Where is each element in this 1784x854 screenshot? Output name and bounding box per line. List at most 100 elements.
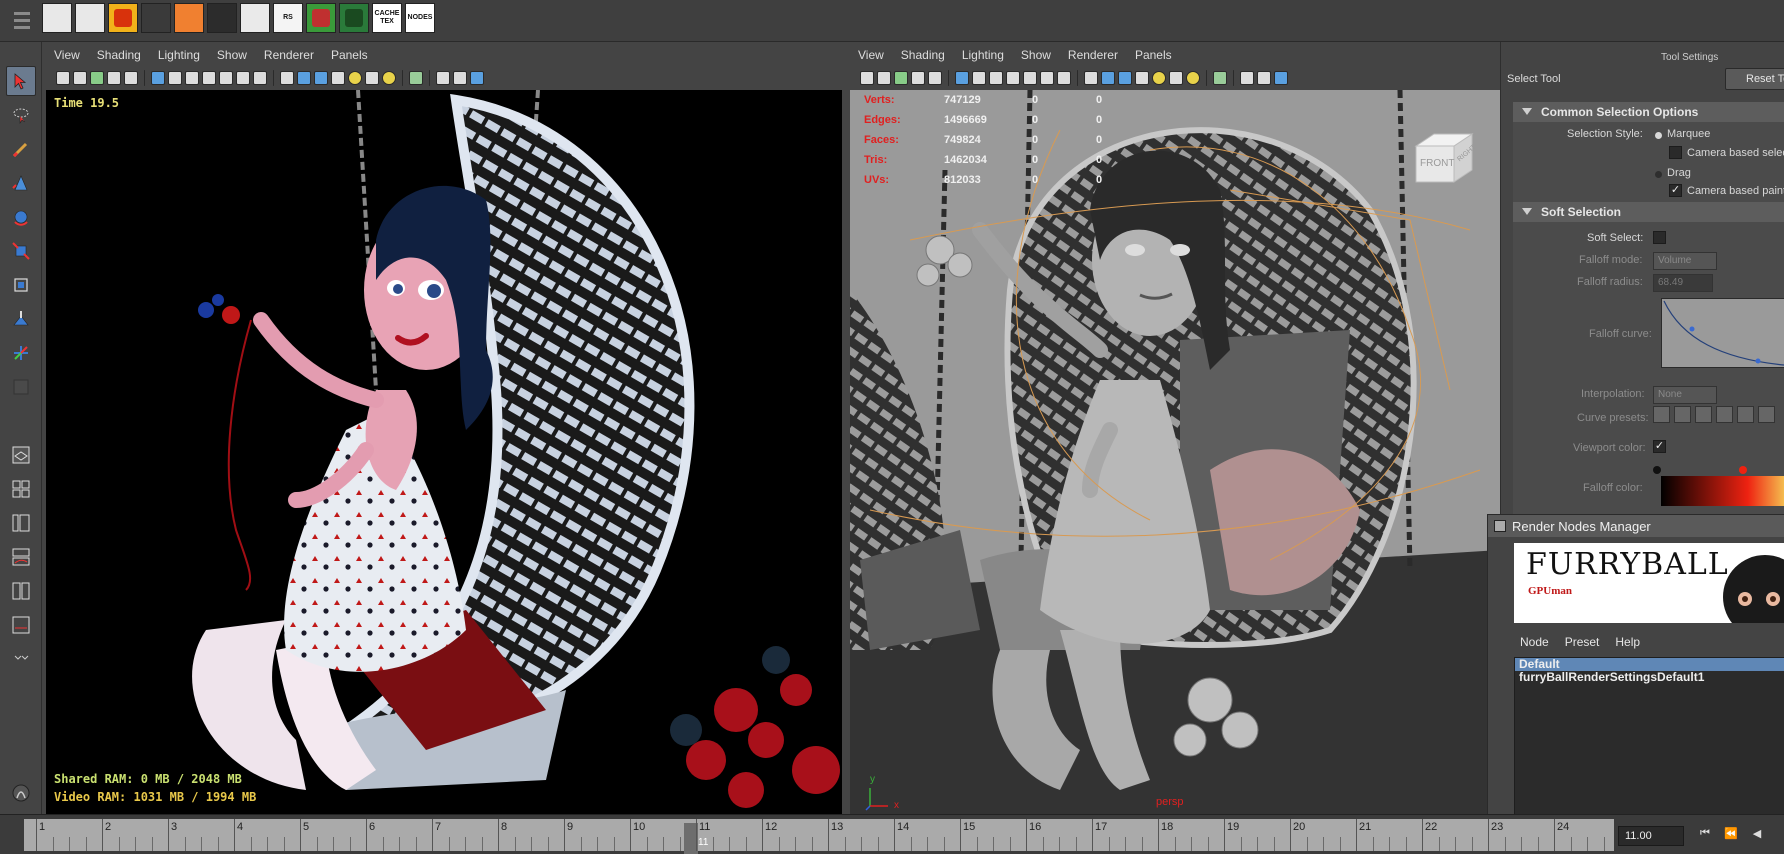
right-menu-shading[interactable]: Shading bbox=[901, 48, 945, 62]
select-tool-icon[interactable] bbox=[6, 66, 36, 96]
render-nodes-list[interactable]: Default furryBallRenderSettingsDefault1 bbox=[1514, 657, 1784, 817]
render-node-item[interactable]: furryBallRenderSettingsDefault1 bbox=[1515, 671, 1784, 684]
left-menu-view[interactable]: View bbox=[54, 48, 80, 62]
shelf-nodes-icon[interactable]: NODES bbox=[405, 3, 435, 33]
soft-select-checkbox[interactable] bbox=[1653, 231, 1666, 244]
falloff-color-ramp[interactable] bbox=[1661, 476, 1784, 506]
ambient-occlusion-icon[interactable] bbox=[382, 71, 396, 85]
shelf-grip-icon[interactable] bbox=[14, 8, 30, 34]
2d-pan-zoom-icon[interactable] bbox=[107, 71, 121, 85]
isolate-select-icon[interactable] bbox=[409, 71, 423, 85]
graph-layout-icon[interactable] bbox=[6, 542, 36, 572]
paint-tool-icon[interactable] bbox=[6, 134, 36, 164]
go-to-start-icon[interactable]: ⏮ bbox=[1694, 827, 1716, 845]
color-key-red-icon[interactable] bbox=[1739, 466, 1747, 474]
perspective-viewport[interactable]: Verts: 747129 0 0 Edges: 1496669 0 0 Faces: 74982… bbox=[850, 90, 1500, 814]
lasso-tool-icon[interactable] bbox=[6, 100, 36, 130]
time-slider-track[interactable]: 1 2 3 4 5 6 7 8 9 10 11 12 13 14 15 16 17 18 19 20 21 22 23 24 bbox=[24, 819, 1614, 854]
color-key-black-icon[interactable] bbox=[1653, 466, 1661, 474]
shelf-render-icon[interactable] bbox=[42, 3, 72, 33]
common-selection-header[interactable]: Common Selection Options bbox=[1513, 102, 1784, 122]
lights-icon[interactable] bbox=[348, 71, 362, 85]
curve-preset-icon[interactable] bbox=[1716, 406, 1733, 423]
camera-attrs-icon[interactable] bbox=[56, 71, 70, 85]
x-ray-joints-icon[interactable] bbox=[1257, 71, 1271, 85]
script-layout-icon[interactable] bbox=[6, 610, 36, 640]
outliner-layout-icon[interactable] bbox=[6, 508, 36, 538]
safe-action-icon[interactable] bbox=[1040, 71, 1054, 85]
furryball-render-viewport[interactable]: Time 19.5 Shared RAM: 0 MB / 2048 MB Vid… bbox=[46, 90, 842, 814]
layout-menu-icon[interactable] bbox=[6, 644, 36, 674]
universal-manip-icon[interactable] bbox=[6, 270, 36, 300]
image-plane-icon[interactable] bbox=[90, 71, 104, 85]
camera-based-paint-checkbox[interactable]: ✓ bbox=[1669, 184, 1682, 197]
hud-icon[interactable] bbox=[470, 71, 484, 85]
left-menu-shading[interactable]: Shading bbox=[97, 48, 141, 62]
wireframe-on-shaded-icon[interactable] bbox=[1118, 71, 1132, 85]
reset-tool-button[interactable]: Reset To bbox=[1725, 68, 1784, 90]
resolution-gate-icon[interactable] bbox=[185, 71, 199, 85]
shelf-camera-icon[interactable] bbox=[240, 3, 270, 33]
x-ray-icon[interactable] bbox=[1240, 71, 1254, 85]
ambient-occlusion-icon[interactable] bbox=[1186, 71, 1200, 85]
smooth-shade-icon[interactable] bbox=[297, 71, 311, 85]
image-plane-icon[interactable] bbox=[894, 71, 908, 85]
textured-icon[interactable] bbox=[1135, 71, 1149, 85]
falloff-radius-field[interactable]: 68.49 bbox=[1653, 274, 1713, 292]
shelf-rs-icon[interactable]: RS bbox=[273, 3, 303, 33]
gate-mask-icon[interactable] bbox=[202, 71, 216, 85]
x-ray-joints-icon[interactable] bbox=[453, 71, 467, 85]
grease-pencil-icon[interactable] bbox=[928, 71, 942, 85]
2d-pan-zoom-icon[interactable] bbox=[911, 71, 925, 85]
camera-attrs-icon[interactable] bbox=[860, 71, 874, 85]
interpolation-dropdown[interactable]: None bbox=[1653, 386, 1717, 404]
film-gate-icon[interactable] bbox=[168, 71, 182, 85]
grease-pencil-icon[interactable] bbox=[124, 71, 138, 85]
textured-icon[interactable] bbox=[331, 71, 345, 85]
falloff-curve-graph[interactable] bbox=[1661, 298, 1784, 368]
lights-icon[interactable] bbox=[1152, 71, 1166, 85]
scale-tool-icon[interactable] bbox=[6, 236, 36, 266]
last-tool-icon[interactable] bbox=[6, 372, 36, 402]
x-ray-icon[interactable] bbox=[436, 71, 450, 85]
viewcube[interactable]: FRONT RIGHT bbox=[1412, 130, 1478, 186]
four-pane-layout-icon[interactable] bbox=[6, 474, 36, 504]
left-menu-show[interactable]: Show bbox=[217, 48, 247, 62]
field-chart-icon[interactable] bbox=[219, 71, 233, 85]
current-time-field[interactable]: 11.00 bbox=[1618, 826, 1684, 846]
safe-title-icon[interactable] bbox=[1057, 71, 1071, 85]
wireframe-on-shaded-icon[interactable] bbox=[314, 71, 328, 85]
gate-mask-icon[interactable] bbox=[1006, 71, 1020, 85]
curve-preset-icon[interactable] bbox=[1758, 406, 1775, 423]
left-menu-renderer[interactable]: Renderer bbox=[264, 48, 314, 62]
rnm-menu-preset[interactable]: Preset bbox=[1565, 635, 1600, 649]
right-menu-view[interactable]: View bbox=[858, 48, 884, 62]
film-gate-icon[interactable] bbox=[972, 71, 986, 85]
marquee-radio[interactable] bbox=[1655, 132, 1662, 139]
soft-mod-icon[interactable] bbox=[6, 304, 36, 334]
shelf-chart-icon[interactable] bbox=[306, 3, 336, 33]
move-tool-icon[interactable] bbox=[6, 168, 36, 198]
hud-icon[interactable] bbox=[1274, 71, 1288, 85]
right-menu-show[interactable]: Show bbox=[1021, 48, 1051, 62]
left-menu-panels[interactable]: Panels bbox=[331, 48, 368, 62]
shelf-fur-icon[interactable] bbox=[141, 3, 171, 33]
right-menu-renderer[interactable]: Renderer bbox=[1068, 48, 1118, 62]
step-back-frame-icon[interactable]: ◀︎ bbox=[1746, 827, 1768, 845]
step-back-key-icon[interactable]: ⏪ bbox=[1720, 827, 1742, 845]
isolate-select-icon[interactable] bbox=[1213, 71, 1227, 85]
grid-icon[interactable] bbox=[955, 71, 969, 85]
right-menu-lighting[interactable]: Lighting bbox=[962, 48, 1004, 62]
curve-preset-icon[interactable] bbox=[1653, 406, 1670, 423]
shadows-icon[interactable] bbox=[1169, 71, 1183, 85]
shelf-swirl-icon[interactable] bbox=[174, 3, 204, 33]
wireframe-icon[interactable] bbox=[280, 71, 294, 85]
rotate-tool-icon[interactable] bbox=[6, 202, 36, 232]
viewport-color-checkbox[interactable]: ✓ bbox=[1653, 440, 1666, 453]
show-manip-icon[interactable] bbox=[6, 338, 36, 368]
safe-action-icon[interactable] bbox=[236, 71, 250, 85]
curve-preset-icon[interactable] bbox=[1695, 406, 1712, 423]
field-chart-icon[interactable] bbox=[1023, 71, 1037, 85]
shelf-ipr-icon[interactable] bbox=[75, 3, 105, 33]
right-menu-panels[interactable]: Panels bbox=[1135, 48, 1172, 62]
